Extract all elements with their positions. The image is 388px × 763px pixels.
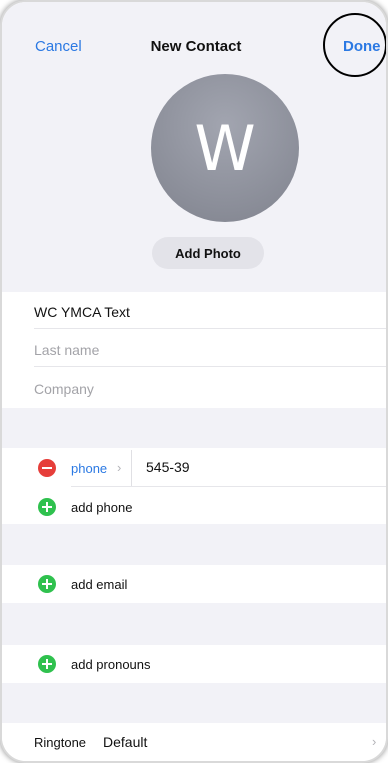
divider (71, 486, 386, 487)
divider (34, 366, 386, 367)
company-field[interactable]: Company (34, 381, 94, 397)
phone-number-field[interactable]: 545-39 (146, 459, 190, 475)
first-name-field[interactable]: WC YMCA Text (34, 304, 130, 320)
ringtone-value: Default (103, 734, 148, 750)
avatar[interactable]: W (151, 74, 299, 222)
highlight-circle (323, 13, 386, 77)
add-pronouns-button[interactable]: add pronouns (71, 657, 151, 672)
chevron-right-icon: › (372, 734, 377, 749)
chevron-right-icon: › (117, 460, 122, 475)
group-spacer (2, 683, 386, 723)
add-photo-button[interactable]: Add Photo (152, 237, 264, 269)
pronouns-section: add pronouns (2, 645, 386, 683)
divider (34, 328, 386, 329)
add-phone-icon[interactable] (38, 498, 56, 516)
email-section: add email (2, 565, 386, 603)
last-name-field[interactable]: Last name (34, 342, 99, 358)
remove-phone-icon[interactable] (38, 459, 56, 477)
ringtone-label: Ringtone (34, 735, 87, 750)
phone-label-button[interactable]: phone (71, 461, 107, 476)
group-spacer (2, 603, 386, 645)
group-spacer (2, 408, 386, 448)
phone-section: phone › 545-39 add phone (2, 448, 386, 524)
add-email-button[interactable]: add email (71, 577, 127, 592)
group-spacer (2, 524, 386, 565)
divider (131, 450, 132, 486)
add-pronouns-icon[interactable] (38, 655, 56, 673)
add-email-icon[interactable] (38, 575, 56, 593)
add-phone-button[interactable]: add phone (71, 500, 132, 515)
minus-icon (42, 467, 52, 469)
avatar-initial: W (194, 111, 256, 185)
screen-frame: Cancel New Contact Done W Add Photo WC Y… (0, 0, 388, 763)
ringtone-row[interactable]: Ringtone Default › (2, 723, 386, 761)
name-section: WC YMCA Text Last name Company (2, 292, 386, 408)
